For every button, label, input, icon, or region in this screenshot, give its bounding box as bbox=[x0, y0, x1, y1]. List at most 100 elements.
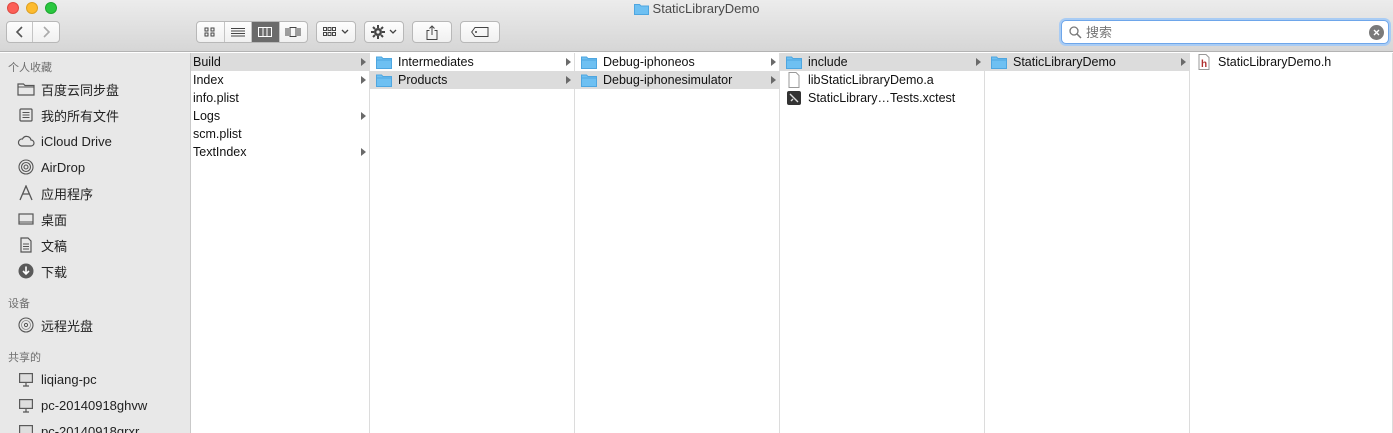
sidebar-item-label: pc-20140918ghvw bbox=[41, 397, 148, 413]
search-input[interactable] bbox=[1086, 23, 1356, 41]
file-row[interactable]: libStaticLibraryDemo.a bbox=[780, 71, 984, 89]
file-name: Build bbox=[193, 55, 221, 69]
disclosure-arrow-icon bbox=[361, 148, 366, 156]
sidebar-item[interactable]: 文稿 bbox=[0, 233, 190, 257]
sidebar-item[interactable]: pc-20140918ghvw bbox=[0, 393, 190, 417]
search-field[interactable] bbox=[1061, 20, 1389, 44]
browser-column: Build Index info.plist Logs scm.plist TextInd… bbox=[191, 53, 370, 433]
file-row[interactable]: h StaticLibraryDemo.h bbox=[1190, 53, 1392, 71]
coverflow-icon bbox=[285, 27, 301, 37]
file-row[interactable]: info.plist bbox=[191, 89, 369, 107]
nav-buttons bbox=[6, 21, 60, 43]
browser-column: h StaticLibraryDemo.h bbox=[1190, 53, 1393, 433]
browser-column: Intermediates Products bbox=[370, 53, 575, 433]
applications-icon bbox=[17, 184, 35, 202]
file-name: StaticLibraryDemo.h bbox=[1218, 55, 1332, 69]
sidebar-item-label: 远程光盘 bbox=[41, 318, 94, 334]
sidebar-item-label: 下载 bbox=[41, 264, 68, 280]
sidebar-item-label: liqiang-pc bbox=[41, 371, 97, 387]
disclosure-arrow-icon bbox=[361, 76, 366, 84]
downloads-icon bbox=[17, 262, 35, 280]
sidebar-item-label: 我的所有文件 bbox=[41, 108, 120, 124]
sidebar-item-label: AirDrop bbox=[41, 159, 86, 175]
file-row[interactable]: Intermediates bbox=[370, 53, 574, 71]
sidebar: 个人收藏 设备 共享的 百度云同步盘 我的所有文件 iCloud Drive AirD… bbox=[0, 53, 191, 433]
sidebar-item[interactable]: pc-20140918qrxr bbox=[0, 419, 190, 433]
icon-view-button[interactable] bbox=[197, 22, 225, 42]
folder-icon bbox=[633, 4, 649, 15]
sidebar-section-favorites: 个人收藏 bbox=[8, 62, 52, 74]
browser-column: include libStaticLibraryDemo.a StaticLibra… bbox=[780, 53, 985, 433]
sidebar-item[interactable]: AirDrop bbox=[0, 155, 190, 179]
forward-button[interactable] bbox=[33, 22, 59, 42]
tag-icon bbox=[471, 27, 489, 37]
folder-icon bbox=[376, 74, 392, 87]
cloud-icon bbox=[17, 132, 35, 150]
disclosure-arrow-icon bbox=[361, 112, 366, 120]
sidebar-item[interactable]: 应用程序 bbox=[0, 181, 190, 205]
airdrop-icon bbox=[17, 158, 35, 176]
file-name: Products bbox=[398, 73, 448, 87]
sidebar-item[interactable]: 远程光盘 bbox=[0, 313, 190, 337]
gear-icon bbox=[371, 25, 385, 39]
file-row[interactable]: Debug-iphonesimulator bbox=[575, 71, 779, 89]
folder-icon bbox=[991, 56, 1007, 69]
grid-icon bbox=[204, 27, 215, 37]
sidebar-item[interactable]: 我的所有文件 bbox=[0, 103, 190, 127]
arrange-button[interactable] bbox=[316, 21, 356, 43]
xctest-bundle-icon bbox=[787, 91, 801, 105]
clear-search-button[interactable] bbox=[1369, 25, 1384, 40]
tags-button[interactable] bbox=[460, 21, 500, 43]
coverflow-view-button[interactable] bbox=[280, 22, 307, 42]
file-name: StaticLibrary…Tests.xctest bbox=[808, 91, 956, 105]
folder-icon bbox=[581, 56, 597, 69]
file-row[interactable]: Index bbox=[191, 71, 369, 89]
list-icon bbox=[230, 28, 245, 37]
sidebar-item-label: 百度云同步盘 bbox=[41, 82, 120, 98]
window-title-label: StaticLibraryDemo bbox=[652, 1, 760, 16]
sidebar-item[interactable]: 桌面 bbox=[0, 207, 190, 231]
file-row[interactable]: Debug-iphoneos bbox=[575, 53, 779, 71]
chevron-down-icon bbox=[389, 29, 397, 34]
all-files-icon bbox=[17, 106, 35, 124]
sidebar-item-label: pc-20140918qrxr bbox=[41, 423, 140, 433]
file-name: libStaticLibraryDemo.a bbox=[808, 73, 934, 87]
file-name: Debug-iphoneos bbox=[603, 55, 695, 69]
disclosure-arrow-icon bbox=[976, 58, 981, 66]
sidebar-item[interactable]: 百度云同步盘 bbox=[0, 77, 190, 101]
file-name: StaticLibraryDemo bbox=[1013, 55, 1116, 69]
document-icon bbox=[788, 72, 800, 88]
file-name: info.plist bbox=[193, 91, 239, 105]
file-row[interactable]: include bbox=[780, 53, 984, 71]
disclosure-arrow-icon bbox=[361, 58, 366, 66]
list-view-button[interactable] bbox=[225, 22, 252, 42]
file-row[interactable]: StaticLibraryDemo bbox=[985, 53, 1189, 71]
chevron-down-icon bbox=[341, 29, 349, 34]
column-view-button[interactable] bbox=[252, 22, 280, 42]
sidebar-item-label: 应用程序 bbox=[41, 186, 94, 202]
sidebar-item[interactable]: 下载 bbox=[0, 259, 190, 283]
action-button[interactable] bbox=[364, 21, 404, 43]
browser-column: Debug-iphoneos Debug-iphonesimulator bbox=[575, 53, 780, 433]
sidebar-item-label: 文稿 bbox=[41, 238, 68, 254]
folder-icon bbox=[786, 56, 802, 69]
sidebar-item[interactable]: iCloud Drive bbox=[0, 129, 190, 153]
browser-column: StaticLibraryDemo bbox=[985, 53, 1190, 433]
back-button[interactable] bbox=[7, 22, 34, 42]
computer-icon bbox=[17, 396, 35, 414]
share-button[interactable] bbox=[412, 21, 452, 43]
disclosure-arrow-icon bbox=[1181, 58, 1186, 66]
file-name: Debug-iphonesimulator bbox=[603, 73, 733, 87]
file-row[interactable]: Logs bbox=[191, 107, 369, 125]
computer-icon bbox=[17, 370, 35, 388]
file-row[interactable]: TextIndex bbox=[191, 143, 369, 161]
file-row[interactable]: Products bbox=[370, 71, 574, 89]
file-row[interactable]: StaticLibrary…Tests.xctest bbox=[780, 89, 984, 107]
header-file-icon: h bbox=[1198, 54, 1210, 70]
disclosure-arrow-icon bbox=[771, 58, 776, 66]
file-row[interactable]: Build bbox=[191, 53, 369, 71]
file-name: include bbox=[808, 55, 848, 69]
sidebar-item[interactable]: liqiang-pc bbox=[0, 367, 190, 391]
file-row[interactable]: scm.plist bbox=[191, 125, 369, 143]
disclosure-arrow-icon bbox=[566, 58, 571, 66]
